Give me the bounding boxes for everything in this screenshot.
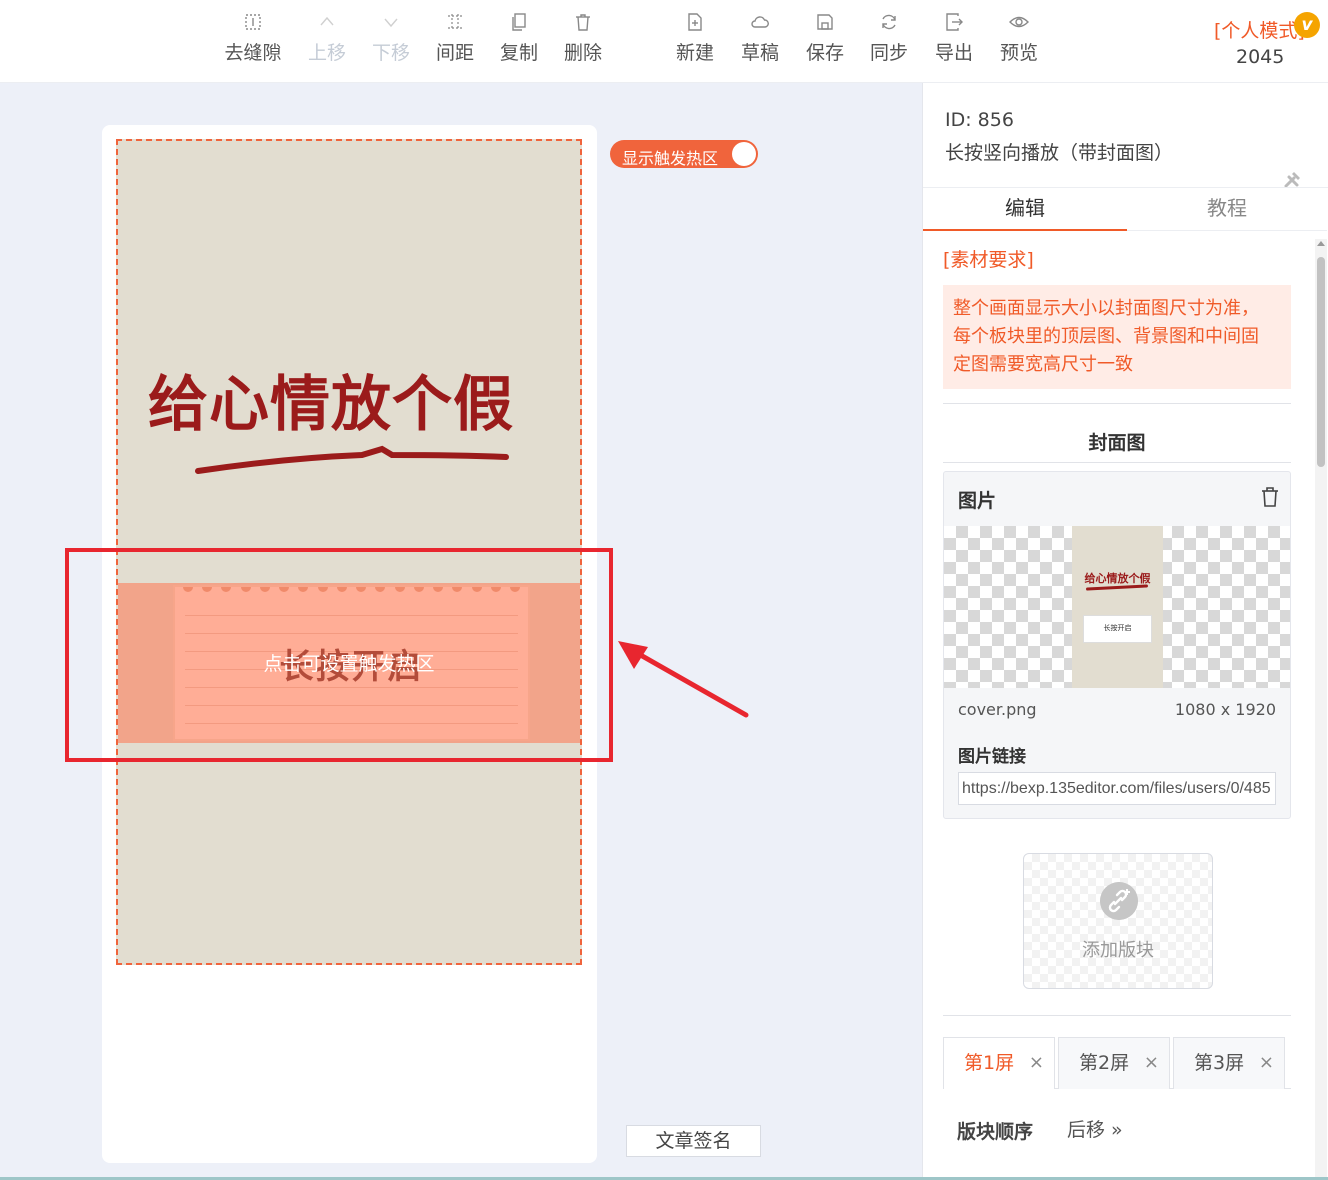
trash-icon[interactable] bbox=[1260, 486, 1280, 508]
requirements-box: 整个画面显示大小以封面图尺寸为准， 每个板块里的顶层图、背景图和中间固 定图需要… bbox=[943, 285, 1291, 389]
tab-tutorial[interactable]: 教程 bbox=[1127, 189, 1327, 231]
cover-title-art: 给心情放个假 bbox=[148, 370, 514, 440]
toggle-label: 显示触发热区 bbox=[622, 149, 719, 168]
block-order-label: 版块顺序 bbox=[957, 1121, 1034, 1143]
scroll-up-icon[interactable] bbox=[1317, 241, 1325, 246]
remove-gap-label: 去缝隙 bbox=[224, 42, 282, 64]
article-signature-button[interactable]: 文章签名 bbox=[626, 1125, 761, 1157]
move-down-label: 下移 bbox=[371, 42, 410, 64]
show-hotzone-toggle[interactable]: 显示触发热区 bbox=[610, 140, 758, 168]
cover-thumbnail: 给心情放个假 长按开启 bbox=[1072, 526, 1163, 688]
properties-panel: ID: 856 长按竖向播放（带封面图） 编辑 教程 [素材要求] 整个画面显示… bbox=[922, 83, 1328, 1180]
mode-label: [个人模式] bbox=[1214, 20, 1305, 42]
move-up-label: 上移 bbox=[307, 42, 346, 64]
preview-button[interactable]: 预览 bbox=[986, 8, 1052, 72]
toggle-knob bbox=[732, 142, 756, 166]
new-button[interactable]: 新建 bbox=[662, 8, 728, 72]
image-dimensions: 1080 x 1920 bbox=[1174, 700, 1276, 719]
spacing-button[interactable]: 间距 bbox=[422, 8, 488, 72]
thumb-card-text: 长按开启 bbox=[1103, 624, 1132, 632]
image-link-input[interactable] bbox=[958, 772, 1276, 805]
tab-screen-1[interactable]: 第1屏 × bbox=[943, 1037, 1055, 1089]
copy-button[interactable]: 复制 bbox=[486, 8, 552, 72]
move-up-button[interactable]: 上移 bbox=[294, 8, 360, 72]
new-label: 新建 bbox=[675, 42, 714, 64]
copy-label: 复制 bbox=[499, 42, 538, 64]
annotation-arrow-icon bbox=[618, 641, 749, 718]
brush-underline-icon bbox=[195, 445, 509, 474]
top-toolbar: 去缝隙 上移 下移 间距 复制 删除 新建 草稿 保存 同步 导出 预览 [个人… bbox=[0, 0, 1328, 83]
sync-button[interactable]: 同步 bbox=[856, 8, 922, 72]
spacing-icon bbox=[448, 14, 462, 30]
draft-button[interactable]: 草稿 bbox=[727, 8, 793, 72]
save-label: 保存 bbox=[805, 42, 844, 64]
requirements-line: 每个板块里的顶层图、背景图和中间固 bbox=[953, 326, 1259, 347]
trash-icon bbox=[576, 14, 590, 31]
chevron-up-icon bbox=[320, 16, 334, 26]
sync-icon bbox=[882, 14, 896, 30]
close-icon[interactable]: × bbox=[1144, 1038, 1159, 1088]
requirements-line: 整个画面显示大小以封面图尺寸为准， bbox=[953, 298, 1259, 319]
image-link-label: 图片链接 bbox=[958, 747, 1026, 767]
thumb-card: 长按开启 bbox=[1083, 615, 1152, 643]
panel-scrollbar[interactable] bbox=[1315, 239, 1327, 1179]
cover-section-title: 封面图 bbox=[1088, 432, 1146, 454]
cloud-icon bbox=[751, 16, 769, 28]
draft-label: 草稿 bbox=[740, 42, 779, 64]
screen-tabs: 第1屏 × 第2屏 × 第3屏 × bbox=[943, 1037, 1291, 1089]
close-icon[interactable]: × bbox=[1029, 1038, 1044, 1088]
requirements-title: [素材要求] bbox=[943, 249, 1034, 271]
tab-edit[interactable]: 编辑 bbox=[923, 189, 1127, 231]
block-id: ID: 856 bbox=[945, 109, 1014, 131]
block-name: 长按竖向播放（带封面图） bbox=[945, 142, 1174, 164]
save-icon bbox=[817, 14, 833, 30]
tab-screen-3[interactable]: 第3屏 × bbox=[1173, 1037, 1285, 1089]
image-filename: cover.png bbox=[958, 700, 1037, 719]
spacing-label: 间距 bbox=[435, 42, 474, 64]
add-block-label: 添加版块 bbox=[1082, 940, 1154, 961]
image-preview[interactable]: 给心情放个假 长按开启 bbox=[944, 526, 1290, 688]
chevron-down-icon bbox=[384, 18, 398, 28]
eye-icon bbox=[1009, 16, 1029, 28]
tab-screen-1-label: 第1屏 bbox=[964, 1052, 1015, 1074]
tab-screen-2-label: 第2屏 bbox=[1079, 1052, 1130, 1074]
save-button[interactable]: 保存 bbox=[792, 8, 858, 72]
thumb-title: 给心情放个假 bbox=[1084, 572, 1151, 585]
mode-number: 2045 bbox=[1236, 46, 1285, 68]
tab-screen-3-label: 第3屏 bbox=[1194, 1052, 1245, 1074]
export-button[interactable]: 导出 bbox=[921, 8, 987, 72]
export-label: 导出 bbox=[934, 42, 973, 64]
preview-label: 预览 bbox=[999, 42, 1038, 64]
image-card: 图片 给心情放个假 长按开启 cover.png 1080 x 1920 图片链… bbox=[943, 471, 1291, 819]
new-file-icon bbox=[688, 13, 702, 31]
image-card-title: 图片 bbox=[958, 490, 997, 512]
highlight-frame bbox=[65, 548, 613, 762]
export-icon bbox=[946, 13, 963, 31]
move-down-button[interactable]: 下移 bbox=[358, 8, 424, 72]
delete-button[interactable]: 删除 bbox=[550, 8, 616, 72]
close-icon[interactable]: × bbox=[1259, 1038, 1274, 1088]
personal-mode[interactable]: [个人模式] v 2045 bbox=[1210, 8, 1325, 72]
delete-label: 删除 bbox=[563, 42, 602, 64]
tab-screen-2[interactable]: 第2屏 × bbox=[1058, 1037, 1170, 1089]
sync-label: 同步 bbox=[869, 42, 908, 64]
add-block-button[interactable]: 添加版块 bbox=[1023, 853, 1213, 989]
requirements-line: 定图需要宽高尺寸一致 bbox=[953, 354, 1133, 375]
panel-scroll-content: [素材要求] 整个画面显示大小以封面图尺寸为准， 每个板块里的顶层图、背景图和中… bbox=[923, 231, 1328, 1180]
copy-icon bbox=[512, 13, 526, 31]
move-back-button[interactable]: 后移 » bbox=[1067, 1115, 1123, 1142]
add-link-icon bbox=[1100, 882, 1138, 920]
scrollbar-thumb[interactable] bbox=[1317, 257, 1325, 467]
vip-badge-icon: v bbox=[1294, 12, 1320, 38]
remove-gap-button[interactable]: 去缝隙 bbox=[220, 8, 286, 72]
grid-gap-icon bbox=[245, 14, 261, 30]
